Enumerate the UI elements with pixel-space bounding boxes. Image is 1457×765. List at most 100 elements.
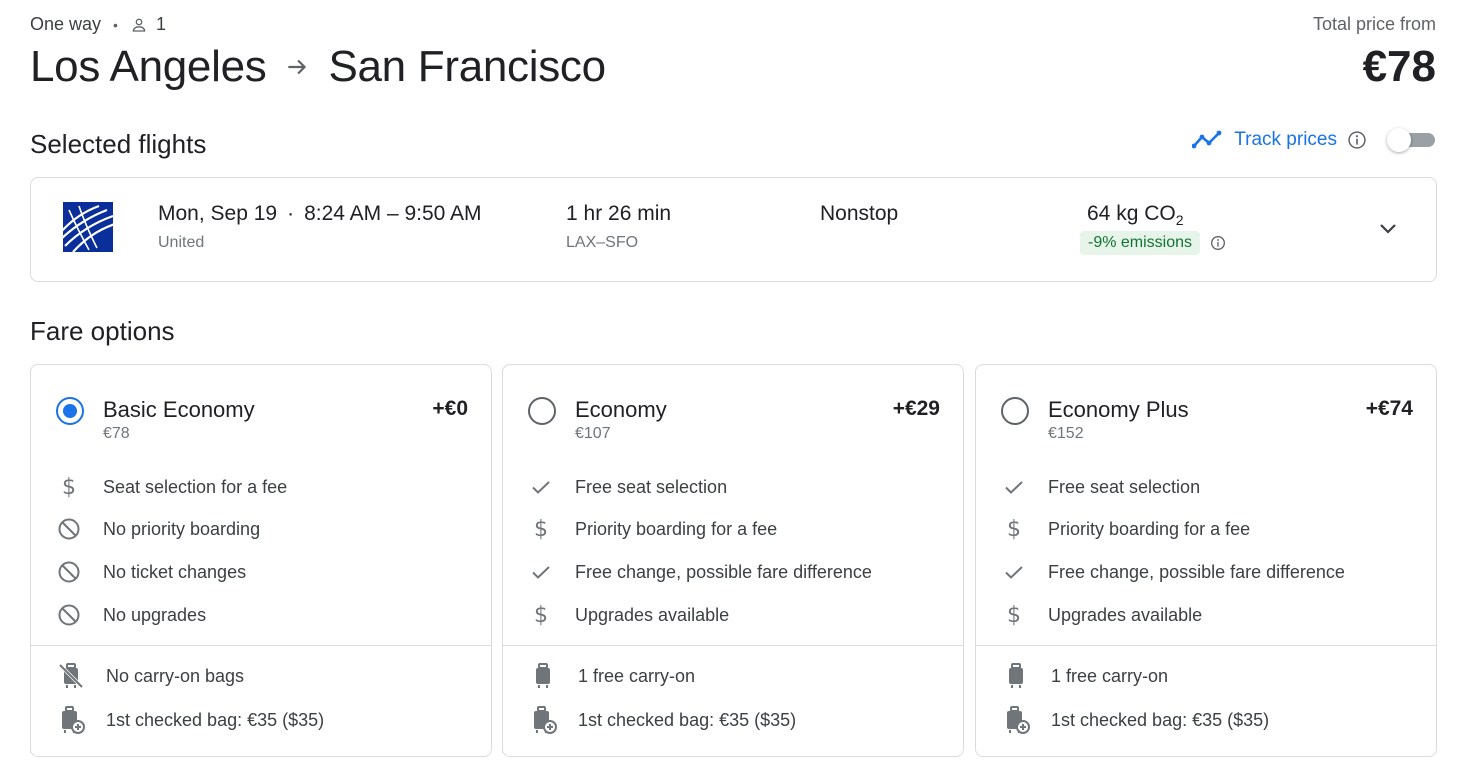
trip-summary: One way • 1: [30, 14, 166, 35]
block-icon: [55, 558, 83, 586]
person-icon: [132, 18, 146, 32]
emissions-row: -9% emissions: [1080, 231, 1226, 255]
flight-stops: Nonstop: [820, 202, 899, 225]
baggage-text: 1 free carry-on: [1051, 665, 1169, 686]
fare-feature-text: Priority boarding for a fee: [1048, 518, 1251, 539]
emissions-badge: -9% emissions: [1080, 231, 1201, 255]
united-logo-icon: [63, 202, 113, 252]
baggage-text: 1st checked bag: €35 ($35): [578, 709, 797, 730]
checked-bag-icon: [528, 705, 558, 735]
baggage-item: No carry-on bags: [56, 661, 244, 691]
fare-base-price: €152: [1048, 425, 1084, 442]
dollar-icon: $: [62, 474, 76, 500]
chevron-down-icon[interactable]: [1376, 216, 1400, 240]
dollar-icon: $: [534, 516, 548, 542]
selected-flights-heading: Selected flights: [30, 129, 207, 159]
baggage-item: 1st checked bag: €35 ($35): [1001, 705, 1269, 735]
total-price-label: Total price from: [1312, 14, 1436, 34]
dollar-icon: $: [1007, 602, 1021, 628]
fare-feature: No priority boarding: [55, 515, 260, 543]
fare-feature-text: Free seat selection: [1048, 476, 1201, 497]
fare-price-delta: +€29: [892, 397, 940, 420]
track-prices-label[interactable]: Track prices: [1234, 129, 1337, 151]
fare-feature: $ Priority boarding for a fee: [1000, 515, 1250, 543]
route-title: Los Angeles San Francisco: [30, 42, 606, 92]
dollar-icon: $: [534, 602, 548, 628]
baggage-item: 1st checked bag: €35 ($35): [528, 705, 796, 735]
flight-times: 8:24 AM – 9:50 AM: [304, 202, 482, 225]
fare-price-delta: +€0: [432, 397, 468, 420]
fare-card-economy-plus[interactable]: Economy Plus €152 +€74 Free seat selection $…: [975, 364, 1437, 757]
fare-radio[interactable]: [56, 397, 84, 425]
carry-on-icon: [1001, 661, 1031, 691]
fare-name: Economy Plus: [1048, 397, 1189, 422]
flight-airline: United: [158, 234, 205, 251]
fare-feature: $ Priority boarding for a fee: [527, 515, 777, 543]
trip-type[interactable]: One way: [30, 14, 101, 35]
flight-airports: LAX–SFO: [566, 234, 639, 251]
passenger-count[interactable]: 1: [156, 14, 166, 35]
baggage-text: 1 free carry-on: [578, 665, 696, 686]
separator-dot: •: [113, 16, 118, 33]
fare-base-price: €78: [103, 425, 130, 442]
co2-value: 64 kg CO: [1087, 202, 1176, 225]
fare-options-heading: Fare options: [30, 316, 175, 346]
toggle-knob: [1387, 128, 1411, 152]
fare-feature: $ Upgrades available: [527, 601, 729, 629]
fare-feature: Free change, possible fare difference: [1000, 558, 1345, 586]
total-price: €78: [1362, 42, 1436, 91]
divider: [31, 645, 491, 646]
info-icon[interactable]: [1210, 235, 1226, 251]
fare-feature-text: Free seat selection: [575, 476, 728, 497]
fare-feature-text: Free change, possible fare difference: [1048, 561, 1345, 582]
fare-base-price: €107: [575, 425, 611, 442]
check-icon: [527, 473, 555, 501]
flight-duration: 1 hr 26 min: [566, 202, 672, 225]
fare-feature-text: Upgrades available: [1048, 604, 1203, 625]
destination-city: San Francisco: [328, 42, 606, 91]
co2-subscript: 2: [1175, 212, 1184, 229]
fare-feature: No upgrades: [55, 601, 206, 629]
fare-feature: $ Upgrades available: [1000, 601, 1202, 629]
fare-feature-text: Free change, possible fare difference: [575, 561, 872, 582]
check-icon: [1000, 558, 1028, 586]
baggage-item: 1st checked bag: €35 ($35): [56, 705, 324, 735]
trending-icon: [1192, 130, 1222, 149]
fare-card-economy[interactable]: Economy €107 +€29 Free seat selection $ Prior…: [502, 364, 964, 757]
fare-feature-text: No priority boarding: [103, 518, 261, 539]
fare-feature: $ Seat selection for a fee: [55, 473, 287, 501]
divider: [503, 645, 963, 646]
fare-feature: Free change, possible fare difference: [527, 558, 872, 586]
dollar-icon: $: [1007, 516, 1021, 542]
track-prices[interactable]: Track prices: [1192, 128, 1437, 152]
block-icon: [55, 601, 83, 629]
track-prices-toggle[interactable]: [1387, 128, 1437, 152]
baggage-text: 1st checked bag: €35 ($35): [1051, 709, 1270, 730]
flight-date-time: Mon, Sep 19 · 8:24 AM – 9:50 AM: [158, 202, 482, 226]
flight-date: Mon, Sep 19: [158, 202, 278, 225]
fare-feature: No ticket changes: [55, 558, 246, 586]
baggage-text: No carry-on bags: [106, 665, 245, 686]
check-icon: [1000, 473, 1028, 501]
fare-feature: Free seat selection: [527, 473, 727, 501]
flight-co2: 64 kg CO2: [1087, 202, 1184, 228]
baggage-item: 1 free carry-on: [528, 661, 695, 691]
fare-radio[interactable]: [1001, 397, 1029, 425]
checked-bag-icon: [56, 705, 86, 735]
info-icon[interactable]: [1347, 130, 1367, 150]
selected-flight-card[interactable]: Mon, Sep 19 · 8:24 AM – 9:50 AM United 1…: [30, 177, 1437, 282]
fare-card-basic-economy[interactable]: Basic Economy €78 +€0 $ Seat selection for a…: [30, 364, 492, 757]
origin-city: Los Angeles: [30, 42, 267, 91]
fare-feature-text: Seat selection for a fee: [103, 476, 288, 497]
checked-bag-icon: [1001, 705, 1031, 735]
fare-feature: Free seat selection: [1000, 473, 1200, 501]
fare-feature-text: No upgrades: [103, 604, 207, 625]
fare-price-delta: +€74: [1365, 397, 1413, 420]
baggage-text: 1st checked bag: €35 ($35): [106, 709, 325, 730]
no-carry-on-icon: [56, 661, 86, 691]
baggage-item: 1 free carry-on: [1001, 661, 1168, 691]
arrow-right-icon: [288, 59, 307, 75]
check-icon: [527, 558, 555, 586]
fare-feature-text: Priority boarding for a fee: [575, 518, 778, 539]
fare-radio[interactable]: [528, 397, 556, 425]
